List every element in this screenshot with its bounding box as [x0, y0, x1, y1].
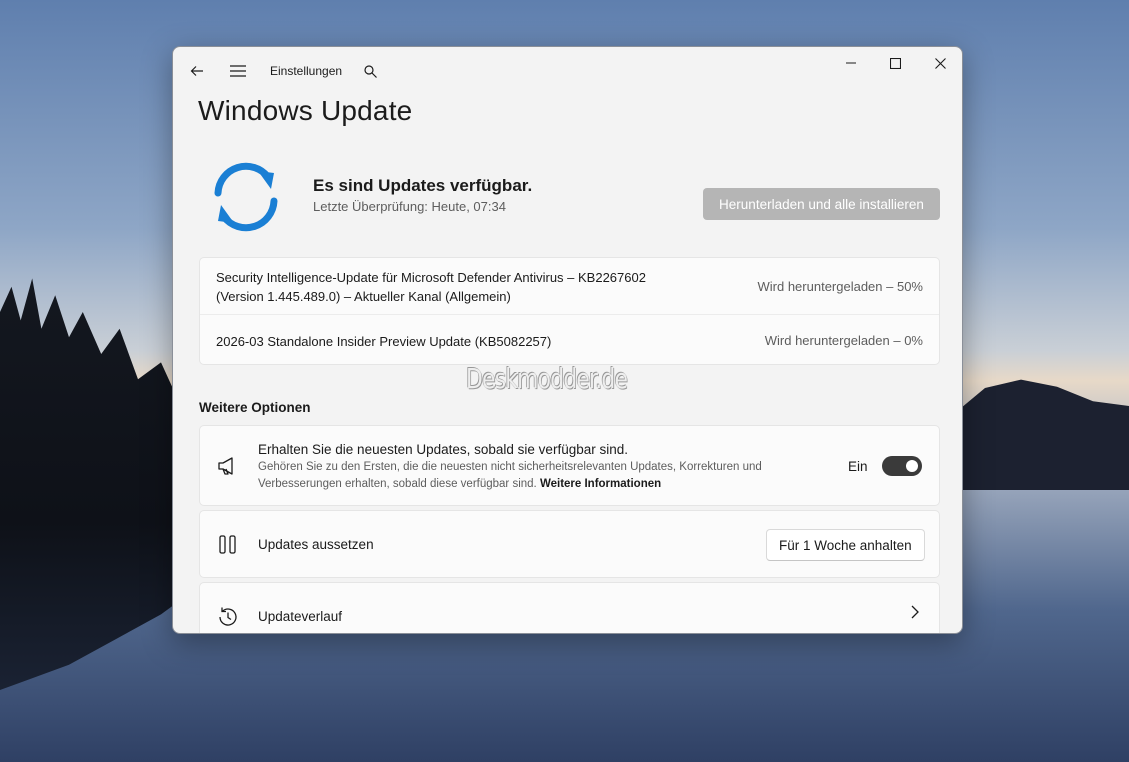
update-status-title: Es sind Updates verfügbar. — [313, 176, 533, 195]
settings-window: Einstellungen Windows Update Es sind Upd… — [172, 46, 963, 634]
toggle-label: Ein — [848, 459, 868, 474]
more-info-link[interactable]: Weitere Informationen — [540, 478, 661, 490]
description-text: Verbesserungen erhalten, sobald diese ve… — [258, 478, 537, 490]
title-bar: Einstellungen — [173, 47, 962, 93]
update-name: 2026-03 Standalone Insider Preview Updat… — [216, 334, 552, 349]
close-icon[interactable] — [926, 51, 954, 75]
latest-updates-title: Erhalten Sie die neuesten Updates, sobal… — [258, 442, 628, 457]
update-status: Wird heruntergeladen – 0% — [764, 333, 923, 348]
update-name-line: Security Intelligence-Update für Microso… — [216, 270, 646, 285]
toggle-knob — [906, 460, 918, 472]
history-icon — [216, 605, 240, 629]
pause-icon — [216, 533, 240, 557]
megaphone-icon — [216, 454, 240, 478]
watermark-text: Deskmodder.de — [466, 362, 628, 395]
pause-one-week-button[interactable]: Für 1 Woche anhalten — [766, 529, 925, 561]
latest-updates-description: Gehören Sie zu den Ersten, die die neues… — [258, 459, 818, 493]
search-icon[interactable] — [359, 59, 381, 83]
update-history-option[interactable]: Updateverlauf — [199, 582, 940, 633]
download-install-all-button[interactable]: Herunterladen und alle installieren — [703, 188, 940, 220]
description-line: Verbesserungen erhalten, sobald diese ve… — [258, 476, 818, 493]
back-arrow-icon[interactable] — [185, 59, 209, 83]
description-line: Gehören Sie zu den Ersten, die die neues… — [258, 461, 762, 473]
hamburger-menu-icon[interactable] — [226, 59, 250, 83]
pause-updates-title: Updates aussetzen — [258, 537, 374, 552]
page-title: Windows Update — [198, 95, 413, 126]
list-item: 2026-03 Standalone Insider Preview Updat… — [200, 315, 939, 366]
update-history-title: Updateverlauf — [258, 609, 343, 624]
wallpaper-hills — [949, 379, 1129, 490]
update-status: Wird heruntergeladen – 50% — [757, 279, 924, 294]
update-name-line: (Version 1.445.489.0) – Aktueller Kanal … — [216, 289, 511, 304]
updates-list: Security Intelligence-Update für Microso… — [199, 257, 940, 365]
latest-updates-toggle[interactable] — [882, 456, 922, 476]
latest-updates-option[interactable]: Erhalten Sie die neuesten Updates, sobal… — [199, 425, 940, 506]
last-check-text: Letzte Überprüfung: Heute, 07:34 — [313, 199, 506, 214]
app-name: Einstellungen — [270, 64, 343, 78]
pause-updates-option: Updates aussetzen Für 1 Woche anhalten — [199, 510, 940, 578]
minimize-icon[interactable] — [837, 51, 865, 75]
sync-icon — [206, 157, 286, 237]
update-name: Security Intelligence-Update für Microso… — [216, 268, 716, 306]
list-item: Security Intelligence-Update für Microso… — [200, 258, 939, 315]
chevron-right-icon — [910, 605, 920, 624]
more-options-heading: Weitere Optionen — [199, 400, 311, 415]
maximize-icon[interactable] — [881, 51, 909, 75]
